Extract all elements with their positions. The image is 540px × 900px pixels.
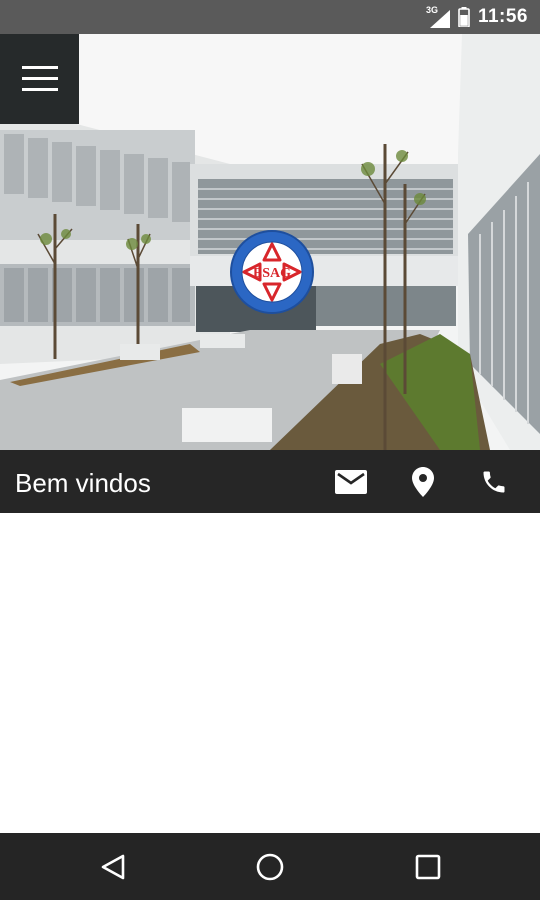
- recent-apps-button[interactable]: [388, 833, 468, 900]
- email-button[interactable]: [323, 450, 379, 513]
- logo-text: ESAG: [253, 266, 291, 281]
- hamburger-menu-icon: [21, 66, 58, 91]
- navigation-bar: [0, 833, 540, 900]
- recent-apps-square-icon: [415, 854, 441, 879]
- back-triangle-icon: [101, 854, 125, 879]
- status-icons: 3G 11:56: [426, 0, 528, 34]
- phone-icon: [483, 471, 505, 492]
- network-indicator: 3G: [426, 6, 450, 28]
- content-area: [0, 513, 540, 833]
- back-button[interactable]: [73, 833, 153, 900]
- home-button[interactable]: [230, 833, 310, 900]
- signal-icon: [429, 10, 450, 28]
- school-logo: ESAG: [230, 230, 314, 314]
- page-title: Bem vindos: [15, 468, 151, 498]
- battery-icon: [458, 7, 470, 27]
- call-button[interactable]: [466, 450, 522, 513]
- title-bar: Bem vindos: [0, 450, 540, 513]
- location-pin-icon: [412, 466, 434, 497]
- clock: 11:56: [477, 6, 528, 27]
- mail-icon: [335, 469, 367, 494]
- menu-button[interactable]: [0, 34, 79, 124]
- location-button[interactable]: [395, 450, 451, 513]
- status-bar: 3G 11:56: [0, 0, 540, 34]
- home-circle-icon: [256, 853, 284, 880]
